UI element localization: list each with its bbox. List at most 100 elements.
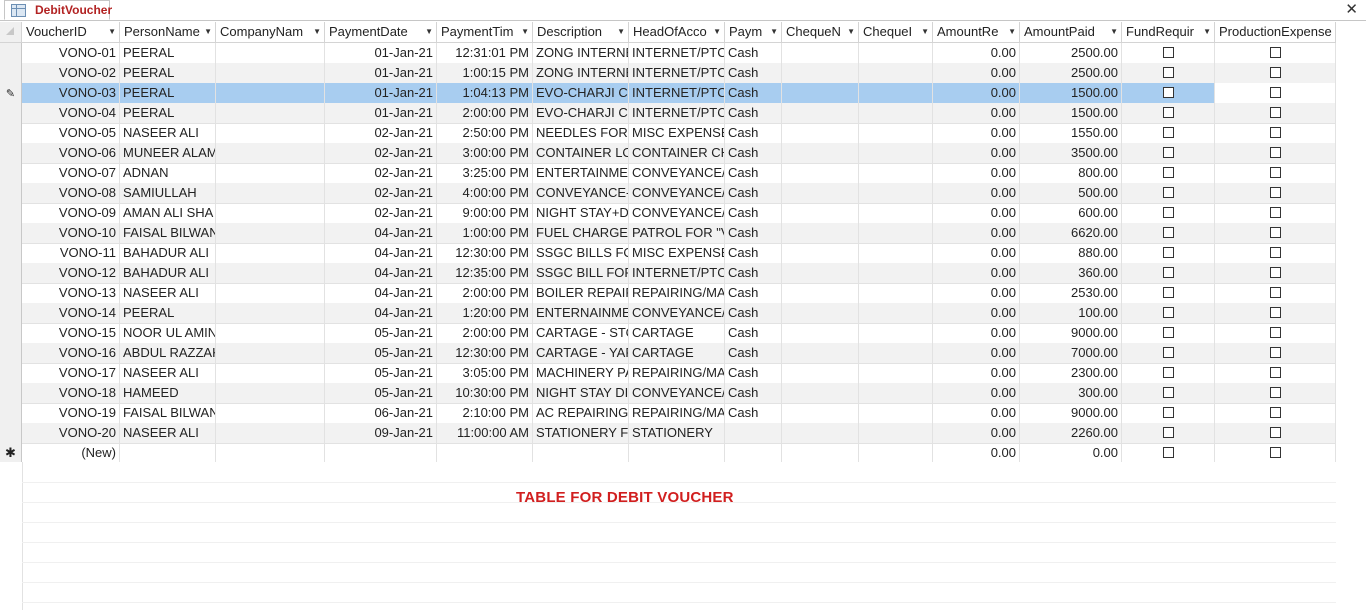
record-selector[interactable] bbox=[0, 343, 22, 363]
payment-time-cell[interactable]: 1:00:00 PM bbox=[437, 223, 533, 243]
payment-time-cell[interactable]: 3:25:00 PM bbox=[437, 163, 533, 183]
cheque-date-cell[interactable] bbox=[859, 203, 933, 223]
production-expense-checkbox[interactable] bbox=[1269, 267, 1281, 279]
amount-paid-cell[interactable]: 2300.00 bbox=[1020, 363, 1122, 383]
cheque-no-cell[interactable] bbox=[782, 423, 859, 443]
payment-date-cell[interactable]: 01-Jan-21 bbox=[325, 63, 437, 83]
payment-date-cell[interactable]: 01-Jan-21 bbox=[325, 83, 437, 103]
company-name-cell[interactable] bbox=[216, 43, 325, 63]
table-row[interactable]: VONO-15 NOOR UL AMIN 05-Jan-21 2:00:00 PM CA… bbox=[0, 323, 1336, 344]
fund-required-checkbox[interactable] bbox=[1162, 267, 1174, 279]
production-expense-checkbox[interactable] bbox=[1269, 327, 1281, 339]
voucher-id-cell[interactable]: VONO-16 bbox=[22, 343, 120, 363]
amount-received-cell[interactable]: 0.00 bbox=[933, 323, 1020, 343]
production-expense-checkbox[interactable] bbox=[1269, 67, 1281, 79]
sort-filter-arrow-icon[interactable]: ▼ bbox=[108, 22, 116, 42]
payment-date-cell[interactable]: 04-Jan-21 bbox=[325, 223, 437, 243]
record-selector[interactable] bbox=[0, 423, 22, 443]
production-expense-checkbox[interactable] bbox=[1269, 287, 1281, 299]
head-of-account-cell[interactable]: INTERNET/PTCI bbox=[629, 103, 725, 123]
company-name-cell[interactable] bbox=[216, 243, 325, 263]
payment-time-cell[interactable]: 9:00:00 PM bbox=[437, 203, 533, 223]
cheque-date-cell[interactable] bbox=[859, 143, 933, 163]
amount-paid-cell[interactable]: 600.00 bbox=[1020, 203, 1122, 223]
cheque-no-cell[interactable] bbox=[782, 443, 859, 463]
voucher-id-cell[interactable]: VONO-20 bbox=[22, 423, 120, 443]
payment-time-cell[interactable]: 3:00:00 PM bbox=[437, 143, 533, 163]
description-cell[interactable]: AC REPAIRING bbox=[533, 403, 629, 423]
description-cell[interactable]: SSGC BILL FOR I bbox=[533, 263, 629, 283]
company-name-cell[interactable] bbox=[216, 83, 325, 103]
amount-received-cell[interactable]: 0.00 bbox=[933, 163, 1020, 183]
cheque-date-cell[interactable] bbox=[859, 323, 933, 343]
cheque-date-cell[interactable] bbox=[859, 443, 933, 463]
production-expense-checkbox[interactable] bbox=[1269, 447, 1281, 459]
voucher-id-cell[interactable]: VONO-03 bbox=[22, 83, 120, 103]
payment-date-cell[interactable]: 02-Jan-21 bbox=[325, 123, 437, 143]
payment-mode-cell[interactable]: Cash bbox=[725, 263, 782, 283]
record-selector[interactable] bbox=[0, 303, 22, 323]
payment-mode-cell[interactable]: Cash bbox=[725, 283, 782, 303]
description-cell[interactable] bbox=[533, 443, 629, 463]
cheque-date-cell[interactable] bbox=[859, 83, 933, 103]
cheque-no-cell[interactable] bbox=[782, 123, 859, 143]
fund-required-checkbox[interactable] bbox=[1162, 127, 1174, 139]
production-expense-checkbox[interactable] bbox=[1269, 247, 1281, 259]
column-header-production-expense[interactable]: ProductionExpense bbox=[1215, 22, 1336, 42]
voucher-id-cell[interactable]: VONO-09 bbox=[22, 203, 120, 223]
amount-paid-cell[interactable]: 0.00 bbox=[1020, 443, 1122, 463]
payment-mode-cell[interactable]: Cash bbox=[725, 243, 782, 263]
amount-paid-cell[interactable]: 2260.00 bbox=[1020, 423, 1122, 443]
person-name-cell[interactable]: FAISAL BILWAN bbox=[120, 223, 216, 243]
amount-paid-cell[interactable]: 1500.00 bbox=[1020, 103, 1122, 123]
fund-required-checkbox[interactable] bbox=[1162, 407, 1174, 419]
payment-mode-cell[interactable] bbox=[725, 443, 782, 463]
voucher-id-cell[interactable]: VONO-06 bbox=[22, 143, 120, 163]
payment-time-cell[interactable]: 2:00:00 PM bbox=[437, 103, 533, 123]
head-of-account-cell[interactable]: INTERNET/PTCI bbox=[629, 263, 725, 283]
payment-date-cell[interactable] bbox=[325, 443, 437, 463]
payment-mode-cell[interactable]: Cash bbox=[725, 183, 782, 203]
record-selector[interactable] bbox=[0, 123, 22, 143]
fund-required-checkbox[interactable] bbox=[1162, 187, 1174, 199]
amount-paid-cell[interactable]: 500.00 bbox=[1020, 183, 1122, 203]
payment-time-cell[interactable]: 4:00:00 PM bbox=[437, 183, 533, 203]
amount-paid-cell[interactable]: 3500.00 bbox=[1020, 143, 1122, 163]
head-of-account-cell[interactable]: CARTAGE bbox=[629, 343, 725, 363]
payment-date-cell[interactable]: 04-Jan-21 bbox=[325, 263, 437, 283]
payment-date-cell[interactable]: 01-Jan-21 bbox=[325, 103, 437, 123]
payment-mode-cell[interactable]: Cash bbox=[725, 63, 782, 83]
payment-mode-cell[interactable]: Cash bbox=[725, 323, 782, 343]
sort-filter-arrow-icon[interactable]: ▼ bbox=[1203, 22, 1211, 42]
amount-received-cell[interactable]: 0.00 bbox=[933, 103, 1020, 123]
voucher-id-cell[interactable]: VONO-05 bbox=[22, 123, 120, 143]
person-name-cell[interactable]: BAHADUR ALI bbox=[120, 263, 216, 283]
table-row[interactable]: VONO-06 MUNEER ALAM 02-Jan-21 3:00:00 PM CON… bbox=[0, 143, 1336, 164]
column-header-head-of-account[interactable]: HeadOfAcco ▼ bbox=[629, 22, 725, 42]
head-of-account-cell[interactable]: INTERNET/PTCI bbox=[629, 43, 725, 63]
fund-required-checkbox[interactable] bbox=[1162, 347, 1174, 359]
table-row[interactable]: VONO-07 ADNAN 02-Jan-21 3:25:00 PM ENTERTAIN… bbox=[0, 163, 1336, 184]
amount-paid-cell[interactable]: 1550.00 bbox=[1020, 123, 1122, 143]
table-row[interactable]: VONO-14 PEERAL 04-Jan-21 1:20:00 PM ENTERNAI… bbox=[0, 303, 1336, 324]
table-row[interactable]: VONO-02 PEERAL 01-Jan-21 1:00:15 PM ZONG INT… bbox=[0, 63, 1336, 84]
voucher-id-cell[interactable]: VONO-08 bbox=[22, 183, 120, 203]
payment-date-cell[interactable]: 05-Jan-21 bbox=[325, 343, 437, 363]
payment-time-cell[interactable]: 11:00:00 AM bbox=[437, 423, 533, 443]
company-name-cell[interactable] bbox=[216, 263, 325, 283]
fund-required-checkbox[interactable] bbox=[1162, 67, 1174, 79]
description-cell[interactable]: CONTAINER LO bbox=[533, 143, 629, 163]
amount-paid-cell[interactable]: 7000.00 bbox=[1020, 343, 1122, 363]
column-header-person-name[interactable]: PersonName ▼ bbox=[120, 22, 216, 42]
column-header-cheque-date[interactable]: ChequeI ▼ bbox=[859, 22, 933, 42]
table-row[interactable]: ✎ VONO-03 PEERAL 01-Jan-21 1:04:13 PM EVO-CHA… bbox=[0, 83, 1336, 104]
production-expense-checkbox[interactable] bbox=[1269, 407, 1281, 419]
sort-filter-arrow-icon[interactable]: ▼ bbox=[204, 22, 212, 42]
production-expense-checkbox[interactable] bbox=[1269, 47, 1281, 59]
amount-received-cell[interactable]: 0.00 bbox=[933, 303, 1020, 323]
person-name-cell[interactable]: AMAN ALI SHA bbox=[120, 203, 216, 223]
table-row[interactable]: VONO-17 NASEER ALI 05-Jan-21 3:05:00 PM MACH… bbox=[0, 363, 1336, 384]
amount-received-cell[interactable]: 0.00 bbox=[933, 263, 1020, 283]
voucher-id-cell[interactable]: VONO-18 bbox=[22, 383, 120, 403]
cheque-no-cell[interactable] bbox=[782, 363, 859, 383]
